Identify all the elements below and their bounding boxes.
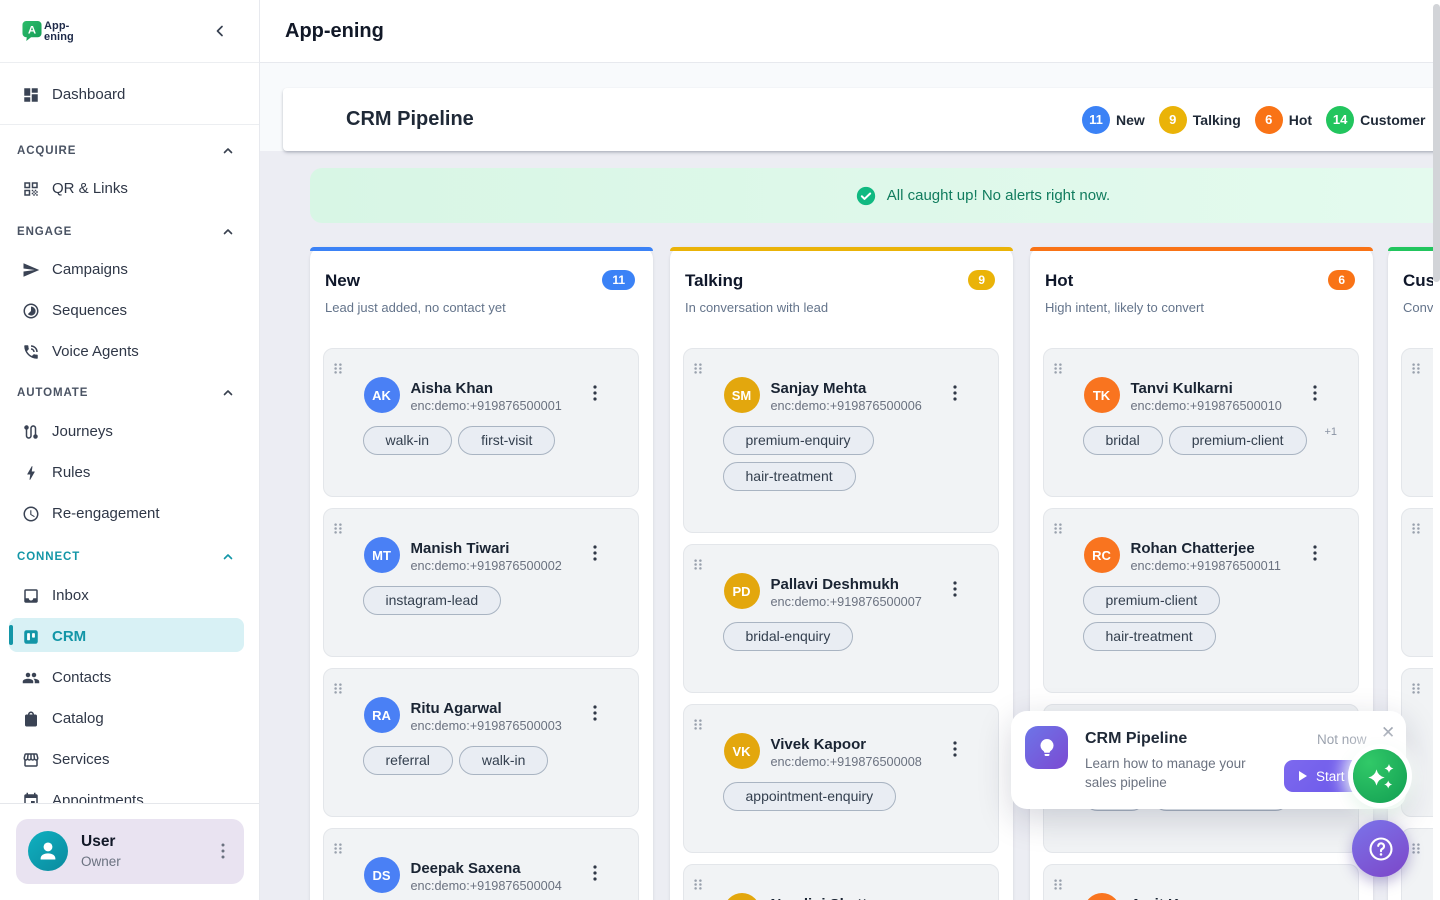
svg-text:A: A [28,24,36,36]
